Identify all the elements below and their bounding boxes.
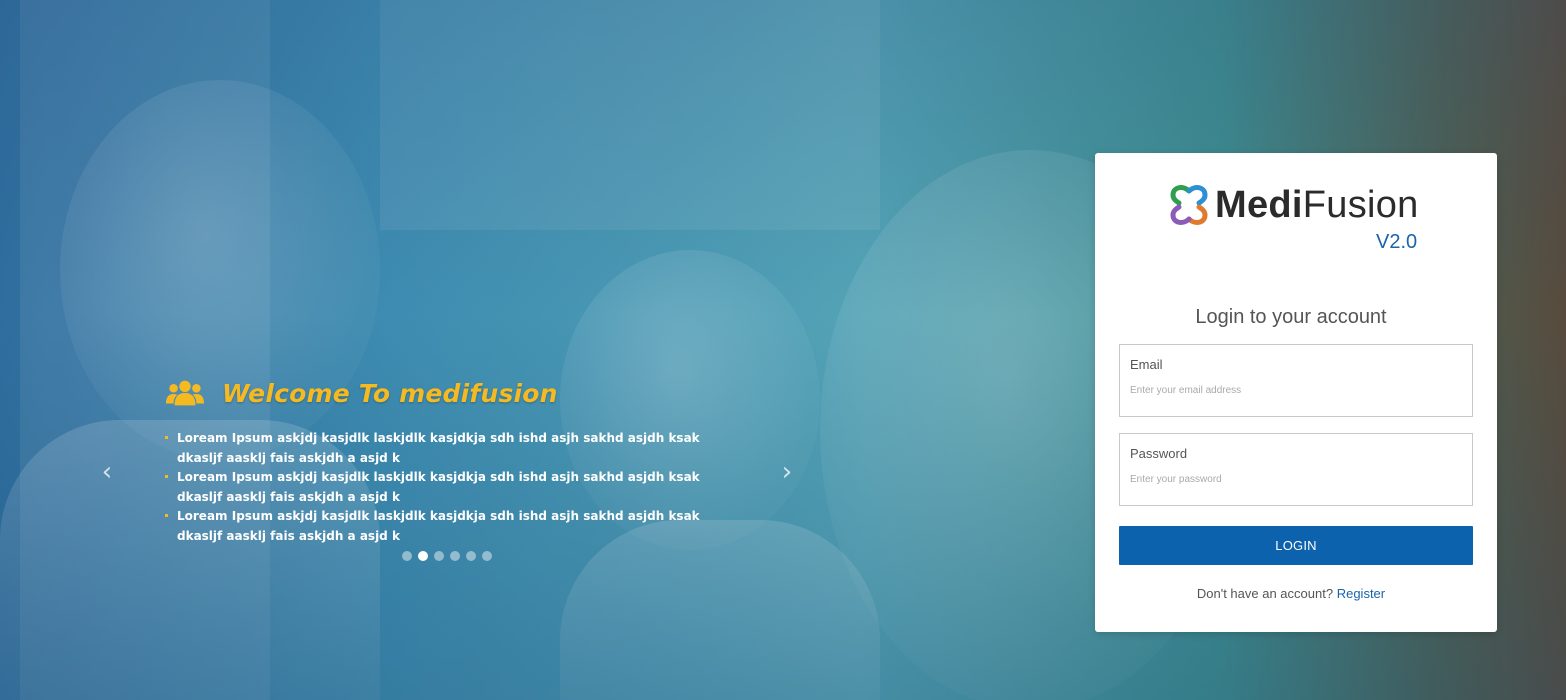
carousel-indicator-dot[interactable] (434, 551, 444, 561)
login-button[interactable]: LOGIN (1119, 526, 1473, 565)
carousel-indicator-dot[interactable] (402, 551, 412, 561)
carousel-indicator-dot[interactable] (418, 551, 428, 561)
version-label: V2.0 (1376, 231, 1418, 253)
password-label: Password (1130, 446, 1188, 461)
brand-name: MediFusion (1215, 184, 1419, 227)
login-card: MediFusion V2.0 Login to your account Em… (1095, 153, 1497, 632)
welcome-title: Welcome To medifusion (222, 378, 558, 408)
email-label: Email (1130, 357, 1163, 372)
password-field[interactable]: Password (1119, 433, 1473, 506)
carousel-prev-button[interactable]: ‹ (95, 458, 119, 486)
brand-name-bold: Medi (1215, 183, 1303, 226)
email-field[interactable]: Email (1119, 344, 1473, 417)
carousel-indicator-dot[interactable] (466, 551, 476, 561)
carousel-indicators (402, 551, 498, 561)
register-link[interactable]: Register (1337, 586, 1385, 601)
password-input[interactable] (1130, 474, 1460, 485)
carousel-next-button[interactable]: › (775, 458, 799, 486)
login-title: Login to your account (1195, 306, 1387, 328)
carousel-indicator-dot[interactable] (450, 551, 460, 561)
welcome-heading: Welcome To medifusion (166, 378, 558, 408)
register-prompt: Don't have an account? Register (1095, 586, 1487, 601)
welcome-bullet: Loream Ipsum askjdj kasjdlk laskjdlk kas… (164, 468, 709, 507)
welcome-carousel: ‹ › Welcome To medifusion Loream Ipsum a… (0, 0, 900, 700)
welcome-bullet: Loream Ipsum askjdj kasjdlk laskjdlk kas… (164, 429, 709, 468)
welcome-bullet-list: Loream Ipsum askjdj kasjdlk laskjdlk kas… (164, 429, 709, 547)
carousel-indicator-dot[interactable] (482, 551, 492, 561)
welcome-bullet: Loream Ipsum askjdj kasjdlk laskjdlk kas… (164, 507, 709, 546)
medifusion-logo-icon (1170, 185, 1208, 225)
users-icon (166, 380, 204, 406)
medifusion-logo: MediFusion (1167, 183, 1419, 227)
email-input[interactable] (1130, 385, 1460, 396)
no-account-text: Don't have an account? (1196, 586, 1334, 601)
brand-name-light: Fusion (1302, 183, 1419, 226)
